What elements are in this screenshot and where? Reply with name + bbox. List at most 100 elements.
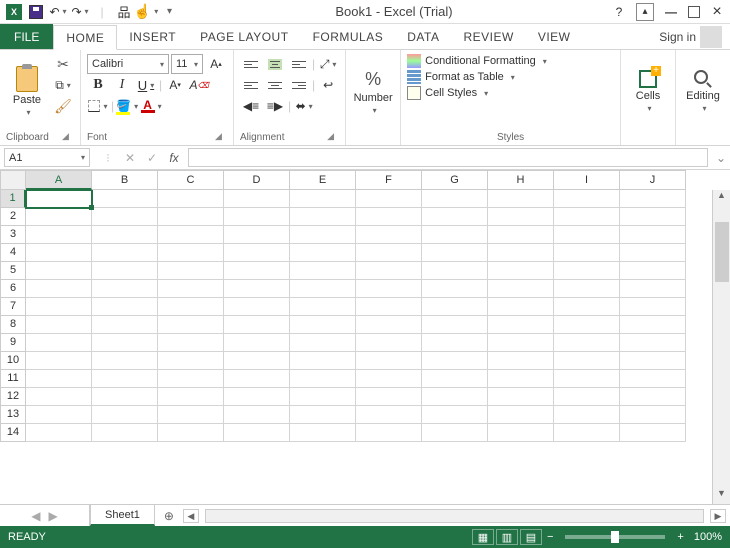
cell-F9[interactable] [356, 334, 422, 352]
cell-D9[interactable] [224, 334, 290, 352]
cell-J14[interactable] [620, 424, 686, 442]
column-header-D[interactable]: D [224, 170, 290, 190]
cell-J7[interactable] [620, 298, 686, 316]
cell-B9[interactable] [92, 334, 158, 352]
normal-view-button[interactable]: ▦ [472, 529, 494, 545]
cell-I12[interactable] [554, 388, 620, 406]
cell-D13[interactable] [224, 406, 290, 424]
sheet-tab-1[interactable]: Sheet1 [90, 505, 155, 526]
cell-H10[interactable] [488, 352, 554, 370]
clipboard-launcher[interactable]: ◢ [62, 131, 74, 143]
cell-I7[interactable] [554, 298, 620, 316]
cell-I1[interactable] [554, 190, 620, 208]
cell-G9[interactable] [422, 334, 488, 352]
cell-E7[interactable] [290, 298, 356, 316]
enter-formula-button[interactable]: ✓ [142, 149, 162, 167]
cell-C8[interactable] [158, 316, 224, 334]
cell-C1[interactable] [158, 190, 224, 208]
cell-styles-button[interactable]: Cell Styles▾ [407, 86, 547, 100]
page-break-view-button[interactable]: ▤ [520, 529, 542, 545]
cell-D2[interactable] [224, 208, 290, 226]
ribbon-display-button[interactable]: ▴ [636, 3, 654, 21]
clear-format-button[interactable]: A⌫ [188, 75, 210, 95]
undo-button[interactable]: ↶▾ [48, 2, 68, 22]
cell-A9[interactable] [26, 334, 92, 352]
cell-H4[interactable] [488, 244, 554, 262]
file-tab[interactable]: FILE [0, 24, 53, 49]
cell-F1[interactable] [356, 190, 422, 208]
row-header-9[interactable]: 9 [0, 334, 26, 352]
cell-D3[interactable] [224, 226, 290, 244]
cell-F8[interactable] [356, 316, 422, 334]
hscroll-track[interactable] [205, 509, 704, 523]
cell-A10[interactable] [26, 352, 92, 370]
cell-B12[interactable] [92, 388, 158, 406]
align-right-button[interactable] [288, 75, 310, 95]
cell-C13[interactable] [158, 406, 224, 424]
cell-A8[interactable] [26, 316, 92, 334]
cell-J4[interactable] [620, 244, 686, 262]
cell-A14[interactable] [26, 424, 92, 442]
cell-F3[interactable] [356, 226, 422, 244]
data-tab[interactable]: DATA [395, 24, 451, 49]
cell-H3[interactable] [488, 226, 554, 244]
cell-C14[interactable] [158, 424, 224, 442]
cell-G13[interactable] [422, 406, 488, 424]
cells-button[interactable]: Cells▾ [627, 54, 669, 130]
cell-G5[interactable] [422, 262, 488, 280]
cell-H7[interactable] [488, 298, 554, 316]
cell-G3[interactable] [422, 226, 488, 244]
cell-A3[interactable] [26, 226, 92, 244]
zoom-out-button[interactable]: − [543, 531, 557, 543]
cell-H2[interactable] [488, 208, 554, 226]
qat-customize-button[interactable]: ▾ [158, 2, 178, 22]
border-button[interactable]: ▾ [87, 96, 109, 116]
home-tab[interactable]: HOME [53, 25, 117, 50]
bold-button[interactable]: B [87, 75, 109, 95]
cell-H12[interactable] [488, 388, 554, 406]
cell-J6[interactable] [620, 280, 686, 298]
cell-A7[interactable] [26, 298, 92, 316]
cell-H6[interactable] [488, 280, 554, 298]
cell-G6[interactable] [422, 280, 488, 298]
cell-D14[interactable] [224, 424, 290, 442]
column-header-C[interactable]: C [158, 170, 224, 190]
page-layout-view-button[interactable]: ▥ [496, 529, 518, 545]
cell-E12[interactable] [290, 388, 356, 406]
cut-button[interactable]: ✂ [52, 54, 74, 74]
cell-C7[interactable] [158, 298, 224, 316]
zoom-level[interactable]: 100% [694, 531, 722, 543]
maximize-button[interactable] [688, 6, 700, 18]
cell-J12[interactable] [620, 388, 686, 406]
cell-A6[interactable] [26, 280, 92, 298]
cell-D6[interactable] [224, 280, 290, 298]
row-header-2[interactable]: 2 [0, 208, 26, 226]
number-format-button[interactable]: % Number▾ [352, 54, 394, 130]
cell-H1[interactable] [488, 190, 554, 208]
cell-G14[interactable] [422, 424, 488, 442]
formula-input[interactable] [188, 148, 708, 167]
cell-J2[interactable] [620, 208, 686, 226]
sheet-nav[interactable]: ◀▶ [0, 505, 90, 526]
formulas-tab[interactable]: FORMULAS [301, 24, 396, 49]
hscroll-left[interactable]: ◀ [183, 509, 199, 523]
cell-H11[interactable] [488, 370, 554, 388]
sign-in-button[interactable]: Sign in [651, 24, 730, 49]
vertical-scrollbar[interactable]: ▲ ▼ [712, 190, 730, 504]
format-painter-button[interactable]: 🖌 [52, 96, 74, 116]
row-header-1[interactable]: 1 [0, 190, 26, 208]
select-all-corner[interactable] [0, 170, 26, 190]
cell-B10[interactable] [92, 352, 158, 370]
cancel-formula-button[interactable]: ✕ [120, 149, 140, 167]
column-header-B[interactable]: B [92, 170, 158, 190]
cell-J11[interactable] [620, 370, 686, 388]
scroll-up-button[interactable]: ▲ [713, 190, 730, 206]
row-header-13[interactable]: 13 [0, 406, 26, 424]
font-launcher[interactable]: ◢ [215, 131, 227, 143]
name-box[interactable]: A1▾ [4, 148, 90, 167]
cell-B3[interactable] [92, 226, 158, 244]
save-button[interactable] [26, 2, 46, 22]
column-header-F[interactable]: F [356, 170, 422, 190]
decrease-indent-button[interactable]: ◀≡ [240, 96, 262, 116]
hscroll-right[interactable]: ▶ [710, 509, 726, 523]
